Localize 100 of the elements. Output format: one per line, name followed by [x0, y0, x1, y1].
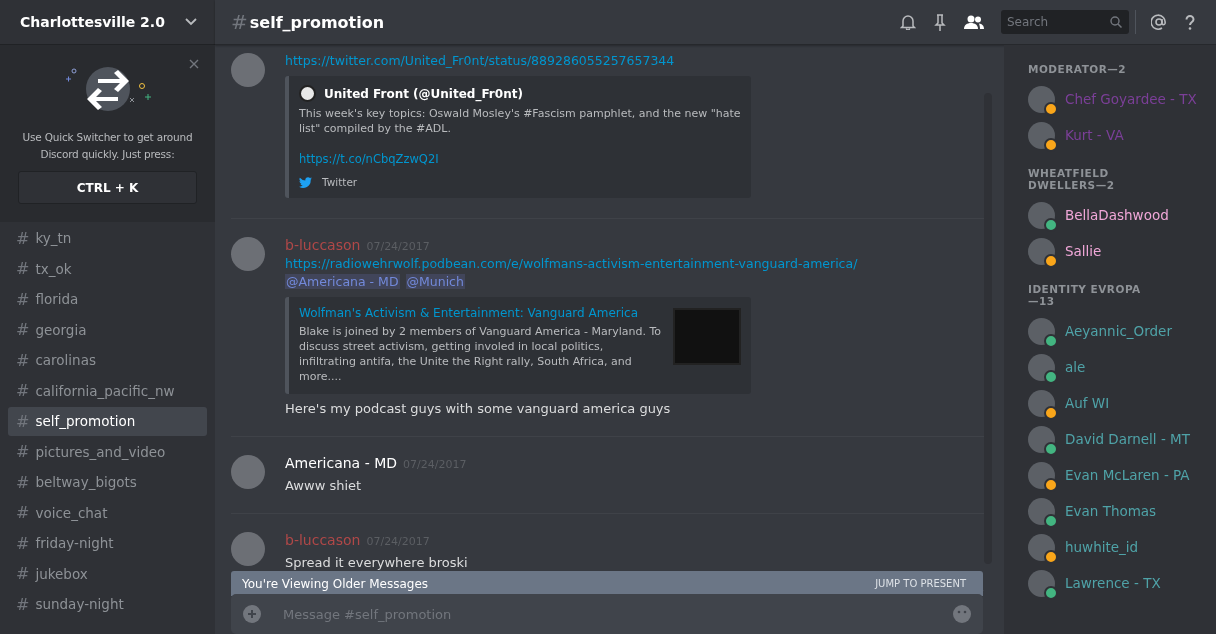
member-name: David Darnell - MT [1065, 431, 1190, 447]
member-name: Kurt - VA [1065, 127, 1124, 143]
channel-name: georgia [35, 321, 87, 338]
channel-item[interactable]: # jukebox [8, 559, 207, 588]
member-item[interactable]: Evan Thomas [1028, 493, 1208, 529]
quick-switcher-hint: Use Quick Switcher to get around Discord quickly. Just press: [21, 130, 194, 162]
member-name: BellaDashwood [1065, 207, 1169, 223]
channel-item[interactable]: # sunday-night [8, 590, 207, 619]
message-text: Awww shiet [285, 478, 363, 493]
message-text: Here's my podcast guys with some vanguard america guys [285, 401, 672, 416]
message-link[interactable]: https://radiowehrwolf.podbean.com/e/wolfmans-activism-entertainment-vanguard-america/ [285, 256, 984, 271]
hash-icon: # [16, 442, 30, 462]
hash-icon: # [231, 10, 248, 34]
message-text: Spread it everywhere broski [285, 555, 469, 570]
member-name: Evan McLaren - PA [1065, 467, 1190, 483]
member-name: Chef Goyardee - TX [1065, 91, 1197, 107]
channel-item[interactable]: # friday-night [8, 529, 207, 558]
hash-icon: # [16, 594, 30, 614]
member-item[interactable]: Aeyannic_Order [1028, 313, 1208, 349]
username[interactable]: b-luccason [285, 237, 361, 253]
embed-avatar [299, 85, 316, 102]
role-heading: IDENTITY EVROPA—13 [1028, 283, 1142, 307]
channel-name: california_pacific_nw [35, 382, 175, 399]
channel-item[interactable]: # georgia [8, 315, 207, 344]
avatar[interactable] [231, 237, 265, 271]
channel-item[interactable]: # pictures_and_video [8, 437, 207, 466]
jump-to-present-button[interactable]: JUMP TO PRESENT [869, 577, 972, 590]
channel-name: carolinas [35, 352, 96, 369]
embed-author[interactable]: United Front (@United_Fr0nt) [324, 86, 523, 101]
role-heading: MODERATOR—2 [1028, 63, 1128, 75]
member-name: Aeyannic_Order [1065, 323, 1172, 339]
member-name: ale [1065, 359, 1086, 375]
member-item[interactable]: huwhite_id [1028, 529, 1208, 565]
help-icon[interactable] [1185, 14, 1195, 30]
avatar[interactable] [231, 532, 265, 566]
channel-item[interactable]: # self_promotion [8, 407, 207, 436]
channel-name: self_promotion [35, 413, 136, 430]
avatar[interactable] [231, 53, 265, 87]
embed-link[interactable]: https://t.co/nCbqZzwQ2I [299, 152, 741, 166]
username[interactable]: Americana - MD [285, 455, 397, 471]
embed-description: This week's key topics: Oswald Mosley's #Fascism pamphlet, and the new "hate list" compiled by the #ADL. [299, 106, 741, 136]
avatar[interactable] [231, 455, 265, 489]
server-name[interactable]: Charlottesville 2.0 [20, 14, 165, 30]
member-name: huwhite_id [1065, 539, 1139, 555]
embed-description: Blake is joined by 2 members of Vanguard America - Maryland. To discuss street activism, getting involed in local politics, infiltrating antifa, the Unite the Right rally, South Africa, and more.... [299, 324, 663, 384]
hash-icon: # [16, 228, 30, 248]
channel-name: friday-night [35, 535, 114, 552]
channel-item[interactable]: # carolinas [8, 346, 207, 375]
hash-icon: # [16, 472, 30, 492]
member-item[interactable]: Evan McLaren - PA [1028, 457, 1208, 493]
bell-icon[interactable] [900, 14, 916, 30]
channel-name: pictures_and_video [35, 443, 166, 460]
channel-item[interactable]: # california_pacific_nw [8, 376, 207, 405]
member-name: Lawrence - TX [1065, 575, 1161, 591]
channel-name: sunday-night [35, 596, 124, 613]
username[interactable]: b-luccason [285, 532, 361, 548]
hash-icon: # [16, 533, 30, 553]
user-mention[interactable]: @Americana - MD [285, 274, 400, 289]
hash-icon: # [16, 320, 30, 340]
pin-icon[interactable] [934, 13, 946, 31]
search-icon [1110, 16, 1122, 28]
hash-icon: # [16, 289, 30, 309]
member-item[interactable]: David Darnell - MT [1028, 421, 1208, 457]
message-link[interactable]: https://twitter.com/United_Fr0nt/status/889286055257657344 [285, 53, 984, 68]
member-item[interactable]: Auf WI [1028, 385, 1208, 421]
channel-name: jukebox [35, 565, 88, 582]
embed-title[interactable]: Wolfman's Activism & Entertainment: Vanguard America [299, 306, 663, 320]
close-icon[interactable] [189, 59, 199, 69]
member-item[interactable]: ale [1028, 349, 1208, 385]
members-icon[interactable] [964, 14, 984, 30]
channel-title: self_promotion [249, 12, 386, 32]
channel-item[interactable]: # ky_tn [8, 224, 207, 253]
member-item[interactable]: Sallie [1028, 233, 1208, 269]
member-name: Sallie [1065, 243, 1102, 259]
member-item[interactable]: Lawrence - TX [1028, 565, 1208, 601]
embed-provider: Twitter [322, 176, 358, 188]
member-name: Auf WI [1065, 395, 1110, 411]
channel-name: beltway_bigots [35, 474, 137, 491]
member-name: Evan Thomas [1065, 503, 1157, 519]
member-item[interactable]: BellaDashwood [1028, 197, 1208, 233]
channel-name: florida [35, 291, 79, 308]
chevron-down-icon[interactable] [185, 18, 197, 26]
emoji-icon[interactable] [953, 605, 971, 623]
channel-item[interactable]: # voice_chat [8, 498, 207, 527]
bird-icon [299, 176, 312, 188]
search-field[interactable]: Search [1001, 10, 1129, 34]
shortcut-button[interactable]: CTRL + K [18, 171, 197, 204]
hash-icon: # [16, 381, 30, 401]
hash-icon: # [16, 259, 30, 279]
hash-icon: # [16, 411, 30, 431]
hash-icon: # [16, 564, 30, 584]
mention-icon[interactable] [1151, 14, 1167, 30]
channel-name: ky_tn [35, 230, 72, 247]
channel-item[interactable]: # tx_ok [8, 254, 207, 283]
user-mention[interactable]: @Munich [405, 274, 465, 289]
channel-item[interactable]: # florida [8, 285, 207, 314]
role-heading: WHEATFIELD DWELLERS—2 [1028, 167, 1116, 191]
hash-icon: # [16, 350, 30, 370]
channel-item[interactable]: # beltway_bigots [8, 468, 207, 497]
hash-icon: # [16, 503, 30, 523]
